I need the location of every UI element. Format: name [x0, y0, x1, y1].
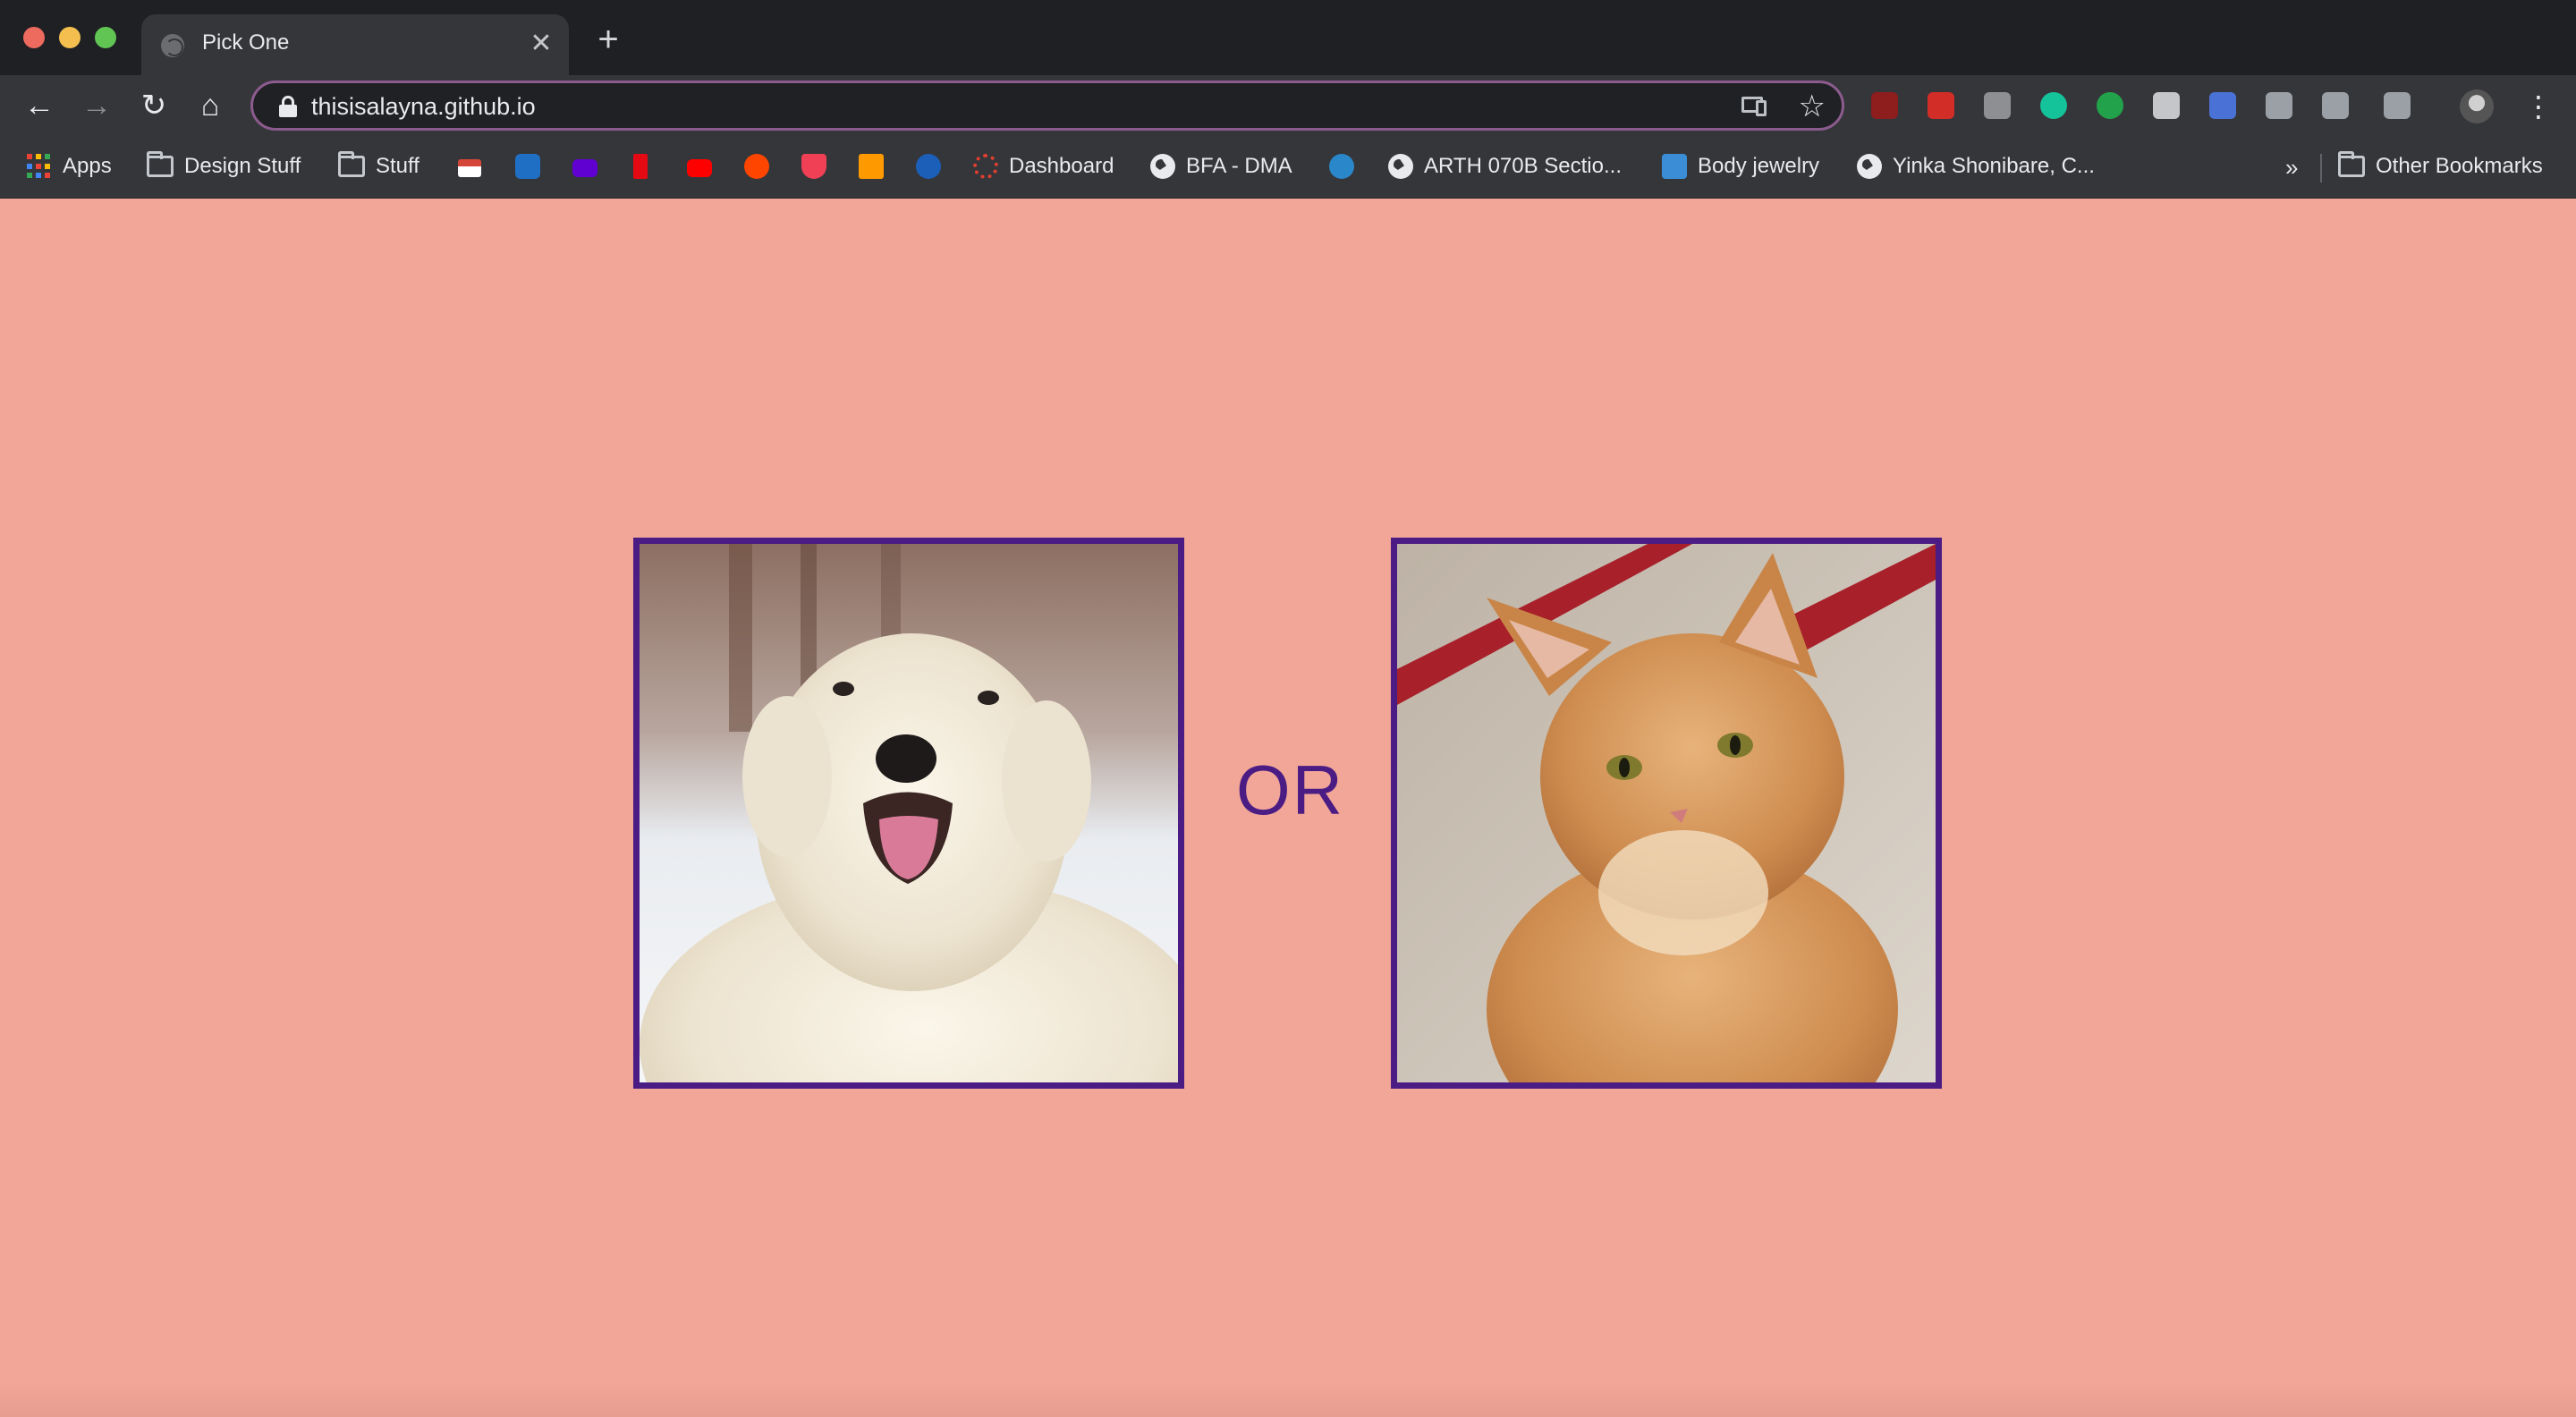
cat-photo-illustration	[1397, 544, 1936, 1082]
bookmark-label: Design Stuff	[184, 154, 301, 178]
apps-grid-icon	[27, 154, 52, 179]
folder-icon	[147, 151, 174, 177]
home-button[interactable]: ⌂	[192, 88, 228, 123]
bookmark-other-bookmarks[interactable]: Other Bookmarks	[2338, 148, 2543, 184]
url-text[interactable]: thisisalayna.github.io	[311, 93, 536, 121]
bookmark-label: Yinka Shonibare, C...	[1893, 154, 2095, 178]
bookmark-star-icon[interactable]: ☆	[1799, 89, 1826, 124]
lastpass-icon[interactable]	[1928, 92, 1954, 119]
reddit-icon	[744, 154, 769, 179]
tab-pick-one[interactable]: Pick One ✕	[141, 14, 569, 75]
bookmark-body-jewelry[interactable]: Body jewelry	[1662, 148, 1819, 184]
bookmark-label: Body jewelry	[1698, 154, 1820, 178]
gmail-icon	[458, 159, 481, 177]
minimize-window-button[interactable]	[59, 27, 80, 48]
folder-icon	[338, 151, 365, 177]
extension-h-icon[interactable]	[1984, 92, 2011, 119]
forward-button[interactable]: →	[79, 88, 114, 123]
address-bar[interactable]: thisisalayna.github.io ☆	[250, 81, 1844, 131]
globe-icon	[1857, 154, 1882, 179]
bookmark-label: BFA - DMA	[1186, 154, 1292, 178]
back-button[interactable]: ←	[21, 88, 57, 123]
amazon-icon	[859, 154, 884, 179]
maximize-window-button[interactable]	[95, 27, 116, 48]
lock-icon[interactable]	[278, 96, 298, 117]
close-window-button[interactable]	[23, 27, 45, 48]
ublock-origin-icon[interactable]	[1871, 92, 1898, 119]
cat-choice-image[interactable]	[1391, 538, 1942, 1089]
bookmark-pearson[interactable]	[1329, 148, 1354, 184]
youtube-icon	[687, 159, 712, 177]
bookmark-label: Other Bookmarks	[2376, 154, 2543, 178]
bookmark-dashboard[interactable]: Dashboard	[973, 148, 1114, 184]
bookmark-netflix[interactable]	[633, 148, 648, 184]
browser-menu-icon[interactable]: ⋮	[2524, 89, 2553, 123]
jewelry-site-icon	[1662, 154, 1687, 179]
bookmark-apps[interactable]: Apps	[27, 148, 112, 184]
install-app-icon[interactable]	[1741, 95, 1768, 116]
more-bookmarks-chevron-icon[interactable]: »	[2285, 154, 2298, 182]
bookmark-folder-stuff[interactable]: Stuff	[338, 148, 419, 184]
bookmark-amazon[interactable]	[859, 148, 884, 184]
bookmarks-bar: Apps Design Stuff Stuff Dashboard BFA - …	[0, 138, 2576, 199]
close-tab-icon[interactable]: ✕	[526, 29, 556, 59]
reload-button[interactable]: ↻	[136, 88, 172, 123]
bookmark-label: Apps	[63, 154, 112, 178]
bookmark-youtube[interactable]	[687, 148, 712, 184]
canvas-icon	[973, 154, 998, 179]
bookmark-label: Dashboard	[1009, 154, 1114, 178]
new-tab-button[interactable]: +	[590, 21, 626, 59]
bookmark-label: ARTH 070B Sectio...	[1424, 154, 1622, 178]
globe-icon	[1150, 154, 1175, 179]
cast-printer-icon[interactable]	[2384, 92, 2411, 119]
bottom-shadow	[0, 1381, 2576, 1417]
pocket-icon[interactable]	[2153, 92, 2180, 119]
folder-icon	[2338, 151, 2365, 177]
outlook-icon	[515, 154, 540, 179]
globe-favicon-icon	[161, 34, 184, 57]
bookmark-yinka-shonibare[interactable]: Yinka Shonibare, C...	[1857, 148, 2095, 184]
browser-toolbar: ← → ↻ ⌂ thisisalayna.github.io ☆	[0, 75, 2576, 138]
screenshot-camera-icon[interactable]	[2209, 92, 2236, 119]
pearson-icon	[1329, 154, 1354, 179]
title-bar: Pick One ✕ +	[0, 0, 2576, 75]
bookmark-pocket[interactable]	[801, 148, 826, 184]
google-drive-icon[interactable]	[2266, 92, 2292, 119]
netflix-icon	[633, 154, 648, 179]
bookmarks-divider	[2320, 154, 2322, 182]
bookmark-folder-design-stuff[interactable]: Design Stuff	[147, 148, 301, 184]
css-viewer-icon[interactable]	[2322, 92, 2349, 119]
grammarly-icon[interactable]	[2040, 92, 2067, 119]
or-separator-text: OR	[1236, 751, 1344, 829]
bookmark-arth-070b[interactable]: ARTH 070B Sectio...	[1388, 148, 1622, 184]
arrow-logo-icon	[916, 154, 941, 179]
bookmark-label: Stuff	[376, 154, 419, 178]
bookmark-bfa-dma[interactable]: BFA - DMA	[1150, 148, 1292, 184]
dog-choice-image[interactable]	[633, 538, 1184, 1089]
bookmark-yahoo-mail[interactable]	[572, 148, 597, 184]
profile-avatar[interactable]	[2460, 89, 2494, 123]
globe-icon	[1388, 154, 1413, 179]
yahoo-mail-icon	[572, 159, 597, 177]
bookmark-arrow-site[interactable]	[916, 148, 941, 184]
bookmark-gmail[interactable]	[458, 148, 481, 184]
tab-title: Pick One	[202, 30, 290, 55]
bookmark-outlook[interactable]	[515, 148, 540, 184]
bookmark-reddit[interactable]	[744, 148, 769, 184]
speech-bubble-icon[interactable]	[2097, 92, 2123, 119]
dog-photo-illustration	[640, 544, 1178, 1082]
pocket-icon	[801, 154, 826, 179]
